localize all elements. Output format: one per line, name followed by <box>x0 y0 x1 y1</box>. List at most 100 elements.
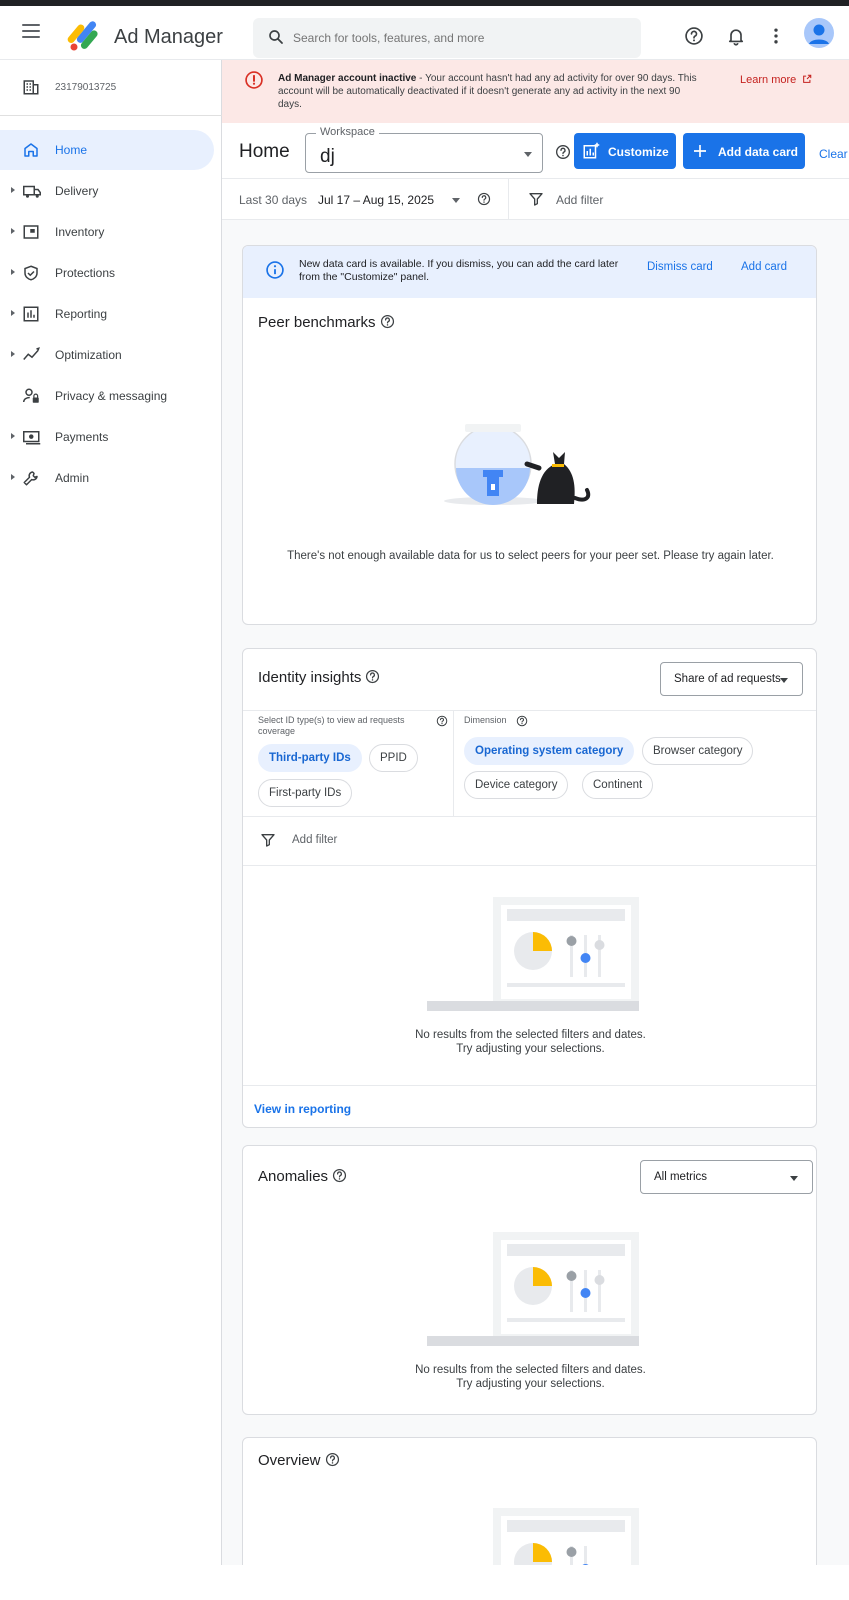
metrics-select-value: All metrics <box>654 1171 708 1183</box>
workspace-value: dj <box>320 146 335 167</box>
chip-browser-category[interactable]: Browser category <box>642 737 754 765</box>
sidebar-item-reporting[interactable]: Reporting <box>0 294 214 334</box>
expand-caret-icon <box>11 351 15 357</box>
chip-third-party-ids[interactable]: Third-party IDs <box>258 744 362 772</box>
dropdown-arrow-icon <box>524 152 532 157</box>
info-icon <box>266 261 284 279</box>
expand-caret-icon <box>11 228 15 234</box>
help-icon[interactable] <box>436 715 448 727</box>
alert-title: Ad Manager account inactive <box>278 73 417 84</box>
sidebar-item-label: Payments <box>55 430 109 444</box>
sidebar-item-delivery[interactable]: Delivery <box>0 171 214 211</box>
menu-icon[interactable] <box>22 24 40 38</box>
peer-benchmarks-card: New data card is available. If you dismi… <box>242 245 817 625</box>
sidebar-item-optimization[interactable]: Optimization <box>0 335 214 375</box>
card-title-label: Anomalies <box>258 1168 329 1185</box>
search-icon <box>269 30 283 44</box>
divider <box>453 710 454 816</box>
page-title: Home <box>239 141 290 162</box>
empty-state-line1: No results from the selected filters and… <box>415 1029 646 1041</box>
help-icon[interactable] <box>380 314 395 329</box>
customize-chart-icon <box>583 142 600 159</box>
notifications-bell-icon[interactable] <box>726 26 746 46</box>
expand-caret-icon <box>11 310 15 316</box>
chip-continent[interactable]: Continent <box>582 771 654 799</box>
add-card-link[interactable]: Add card <box>741 261 787 273</box>
avatar[interactable] <box>804 18 834 48</box>
sidebar-item-label: Optimization <box>55 348 122 362</box>
sidebar-item-protections[interactable]: Protections <box>0 253 214 293</box>
divider <box>243 865 816 866</box>
app-title: Ad Manager <box>114 26 223 48</box>
expand-caret-icon <box>11 433 15 439</box>
filter-icon[interactable] <box>528 191 544 207</box>
card-title-label: Overview <box>258 1452 321 1469</box>
help-icon[interactable] <box>477 192 491 206</box>
sidebar-item-label: Delivery <box>55 184 99 198</box>
ad-manager-logo-icon <box>67 21 98 51</box>
home-icon <box>24 143 38 157</box>
no-results-illustration <box>427 897 639 1011</box>
sidebar-item-label: Inventory <box>55 225 105 239</box>
anomalies-card: Anomalies All metrics No results from th… <box>242 1145 817 1415</box>
help-icon[interactable] <box>684 26 704 46</box>
account-inactive-alert: Ad Manager account inactive - Your accou… <box>222 60 849 123</box>
date-range-select[interactable]: Jul 17 – Aug 15, 2025 <box>318 193 434 207</box>
add-filter-button[interactable]: Add filter <box>292 834 337 846</box>
workspace-select[interactable]: Workspace dj <box>305 126 543 173</box>
dismiss-card-link[interactable]: Dismiss card <box>647 261 713 273</box>
help-icon[interactable] <box>555 144 571 160</box>
customize-label: Customize <box>608 145 669 159</box>
help-icon[interactable] <box>332 1168 347 1183</box>
card-title: Anomalies <box>258 1168 347 1185</box>
chip-ppid[interactable]: PPID <box>369 744 418 772</box>
dropdown-arrow-icon[interactable] <box>452 198 460 203</box>
metrics-select[interactable]: All metrics <box>640 1160 813 1194</box>
sidebar-item-label: Admin <box>55 471 90 485</box>
person-lock-icon <box>23 388 39 403</box>
more-vert-icon[interactable] <box>768 26 784 46</box>
sidebar-item-admin[interactable]: Admin <box>0 458 214 498</box>
learn-more-label: Learn more <box>740 74 797 86</box>
account-switcher[interactable]: 23179013725 <box>0 60 222 116</box>
metric-select[interactable]: Share of ad requests <box>660 662 803 696</box>
expand-caret-icon <box>11 187 15 193</box>
overview-card: Overview <box>242 1437 817 1565</box>
customize-button[interactable]: Customize <box>574 133 676 169</box>
no-results-illustration <box>493 1508 639 1565</box>
sidebar-item-label: Protections <box>55 266 116 280</box>
chip-first-party-ids[interactable]: First-party IDs <box>258 779 353 807</box>
sidebar-item-label: Privacy & messaging <box>55 389 168 403</box>
filter-icon[interactable] <box>260 832 276 848</box>
expand-caret-icon <box>11 269 15 275</box>
date-filter-bar: Last 30 days Jul 17 – Aug 15, 2025 Add f… <box>222 179 849 220</box>
no-results-illustration <box>427 1232 639 1346</box>
add-filter-button[interactable]: Add filter <box>556 193 603 207</box>
help-icon[interactable] <box>325 1452 340 1467</box>
inventory-icon <box>23 225 39 239</box>
external-link-icon <box>803 74 812 83</box>
sidebar-item-home[interactable]: Home <box>0 130 214 170</box>
chip-device-category[interactable]: Device category <box>464 771 569 799</box>
divider <box>508 179 509 220</box>
card-title-label: Identity insights <box>258 669 362 686</box>
chip-operating-system-category[interactable]: Operating system category <box>464 737 635 765</box>
sidebar-item-payments[interactable]: Payments <box>0 417 214 457</box>
add-data-card-button[interactable]: Add data card <box>683 133 805 169</box>
divider <box>243 816 816 817</box>
sidebar-item-inventory[interactable]: Inventory <box>0 212 214 252</box>
wrench-icon <box>23 471 38 486</box>
metric-select-value: Share of ad requests <box>674 673 781 685</box>
clear-link[interactable]: Clear <box>819 147 848 161</box>
dropdown-arrow-icon <box>780 678 788 683</box>
view-in-reporting-link[interactable]: View in reporting <box>254 1102 351 1116</box>
help-icon[interactable] <box>365 669 380 684</box>
learn-more-link[interactable]: Learn more <box>740 74 812 86</box>
shield-icon <box>24 265 38 281</box>
search-box[interactable] <box>253 18 641 58</box>
search-input[interactable] <box>293 26 623 50</box>
sidebar-item-privacy-messaging[interactable]: Privacy & messaging <box>0 376 214 416</box>
add-data-card-label: Add data card <box>718 145 799 159</box>
help-icon[interactable] <box>516 715 528 727</box>
building-icon <box>23 80 39 95</box>
